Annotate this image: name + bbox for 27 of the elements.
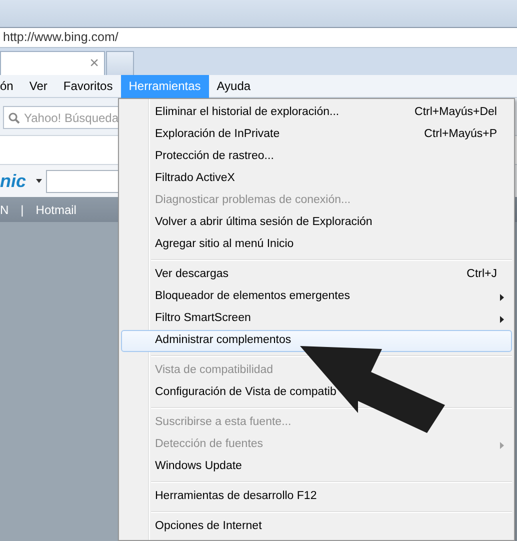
menu-bar-item[interactable]: Ver	[21, 74, 56, 98]
menu-item[interactable]: Herramientas de desarrollo F12	[121, 486, 512, 508]
menu-item[interactable]: Opciones de Internet	[121, 516, 512, 538]
brand-logo-text: nic	[0, 170, 26, 192]
menu-bar-item[interactable]: Favoritos	[55, 74, 121, 98]
menu-item[interactable]: Filtro SmartScreen	[121, 308, 512, 330]
menu-item[interactable]: Agregar sitio al menú Inicio	[121, 234, 512, 256]
close-tab-button[interactable]: ×	[90, 56, 99, 72]
menu-item[interactable]: Ver descargas Ctrl+J	[121, 264, 512, 286]
menu-item[interactable]: Filtrado ActiveX	[121, 168, 512, 190]
dropdown-caret-icon[interactable]	[36, 179, 42, 183]
menu-item[interactable]: Administrar complementos	[121, 330, 512, 352]
search-icon	[8, 112, 20, 124]
menu-item[interactable]: Protección de rastreo...	[121, 146, 512, 168]
browser-tab[interactable]: ×	[0, 51, 105, 75]
menu-bar-item[interactable]: Ayuda	[208, 74, 259, 98]
menu-item[interactable]: Bloqueador de elementos emergentes	[121, 286, 512, 308]
shortcut-label: Ctrl+Mayús+Del	[414, 105, 497, 120]
menu-bar-item[interactable]: ón	[0, 74, 22, 98]
new-tab-button[interactable]	[106, 51, 134, 75]
link-divider: |	[20, 202, 24, 218]
menu-item[interactable]: Windows Update	[121, 456, 512, 478]
menu-item[interactable]: Volver a abrir última sesión de Exploración	[121, 212, 512, 234]
menu-item[interactable]: Configuración de Vista de compatib	[121, 382, 512, 404]
shortcut-label: Ctrl+J	[466, 267, 497, 282]
shortcut-label: Ctrl+Mayús+P	[424, 127, 497, 142]
address-bar[interactable]: http://www.bing.com/	[0, 27, 517, 48]
